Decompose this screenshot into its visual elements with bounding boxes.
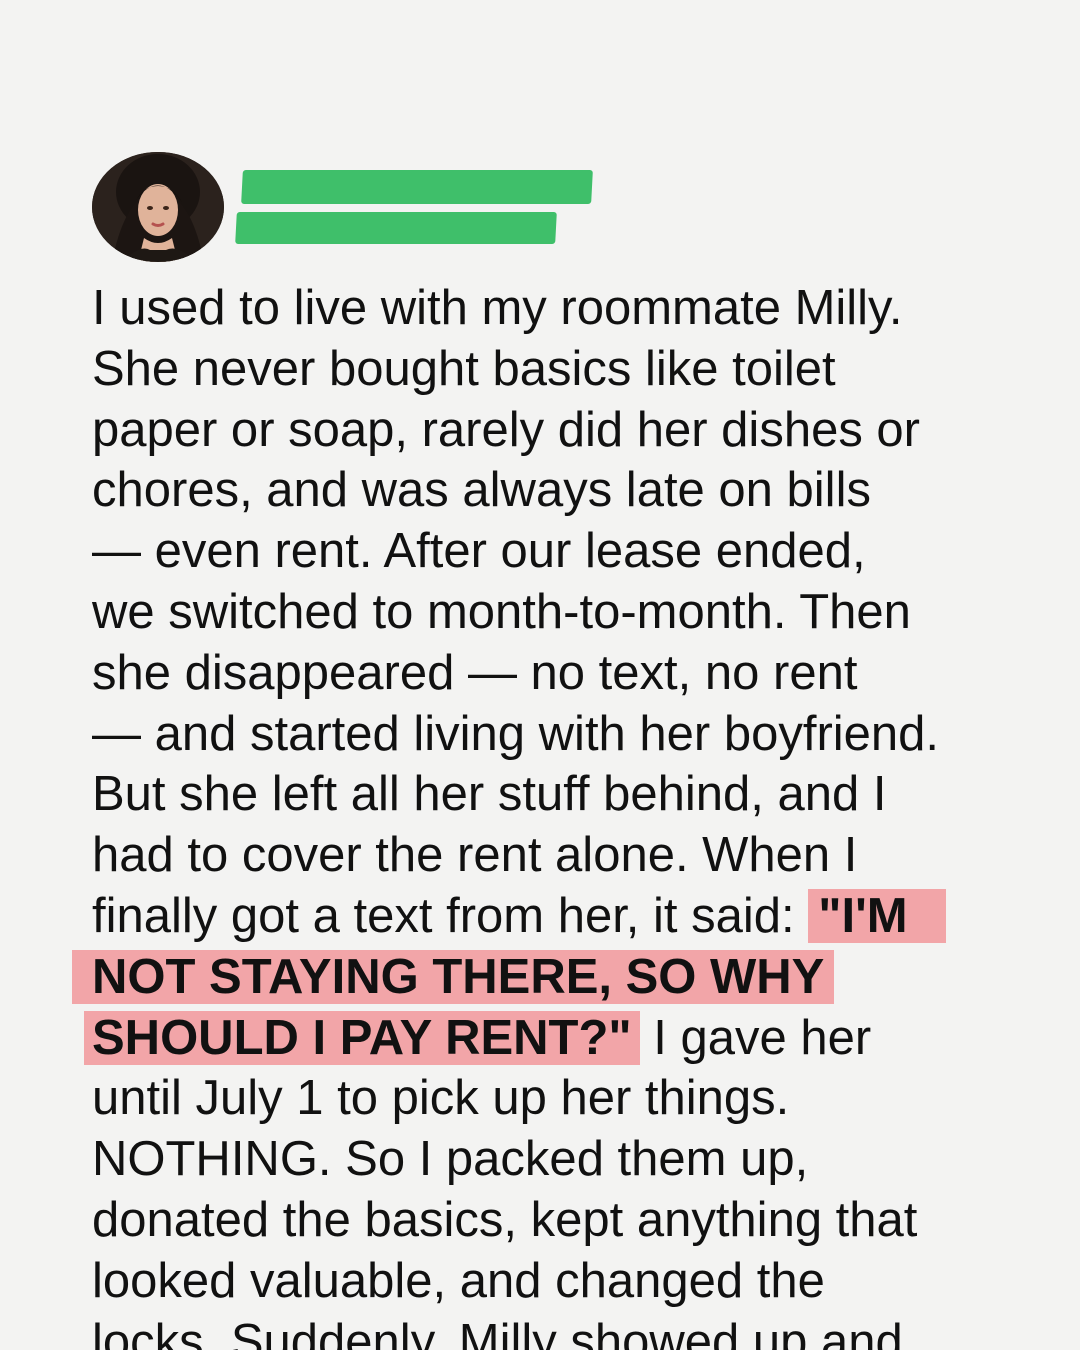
post-line: locks. Suddenly, Milly showed up and (92, 1314, 903, 1350)
post-header (90, 150, 690, 265)
post-line: donated the basics, kept anything that (92, 1192, 918, 1247)
redacted-username (241, 170, 593, 204)
post-line: NOT STAYING THERE, SO WHY (72, 947, 992, 1008)
post-line: until July 1 to pick up her things. (92, 1071, 790, 1126)
profile-photo-icon (92, 152, 224, 262)
post-line: — even rent. After our lease ended, (92, 524, 866, 579)
post-line: had to cover the rent alone. When I (92, 828, 858, 883)
highlighted-quote: NOT STAYING THERE, SO WHY (72, 949, 835, 1004)
post-line: NOTHING. So I packed them up, (92, 1132, 809, 1187)
post-line: I used to live with my roommate Milly. (92, 281, 903, 335)
post-line: SHOULD I PAY RENT?" I gave her (84, 1008, 992, 1069)
post-line: But she left all her stuff behind, and I (92, 767, 887, 822)
redacted-handle (235, 212, 557, 244)
highlighted-quote: SHOULD I PAY RENT?" (84, 1010, 640, 1065)
post-screenshot: I used to live with my roommate Milly. S… (0, 0, 1080, 1350)
post-line: she disappeared — no text, no rent (92, 645, 858, 700)
post-line: chores, and was always late on bills (92, 463, 871, 518)
post-text: finally got a text from her, it said: (92, 888, 809, 943)
post-body: I used to live with my roommate Milly. S… (72, 278, 992, 1350)
highlighted-quote: "I'M (808, 888, 946, 943)
post-line: we switched to month-to-month. Then (92, 584, 911, 639)
post-text: I gave her (639, 1010, 872, 1065)
avatar[interactable] (92, 152, 224, 262)
post-line: paper or soap, rarely did her dishes or (92, 402, 920, 457)
post-line: — and started living with her boyfriend. (92, 706, 940, 761)
post-line: looked valuable, and changed the (92, 1253, 825, 1308)
post-line: finally got a text from her, it said: "I… (92, 886, 992, 947)
post-line: She never bought basics like toilet (92, 341, 836, 396)
